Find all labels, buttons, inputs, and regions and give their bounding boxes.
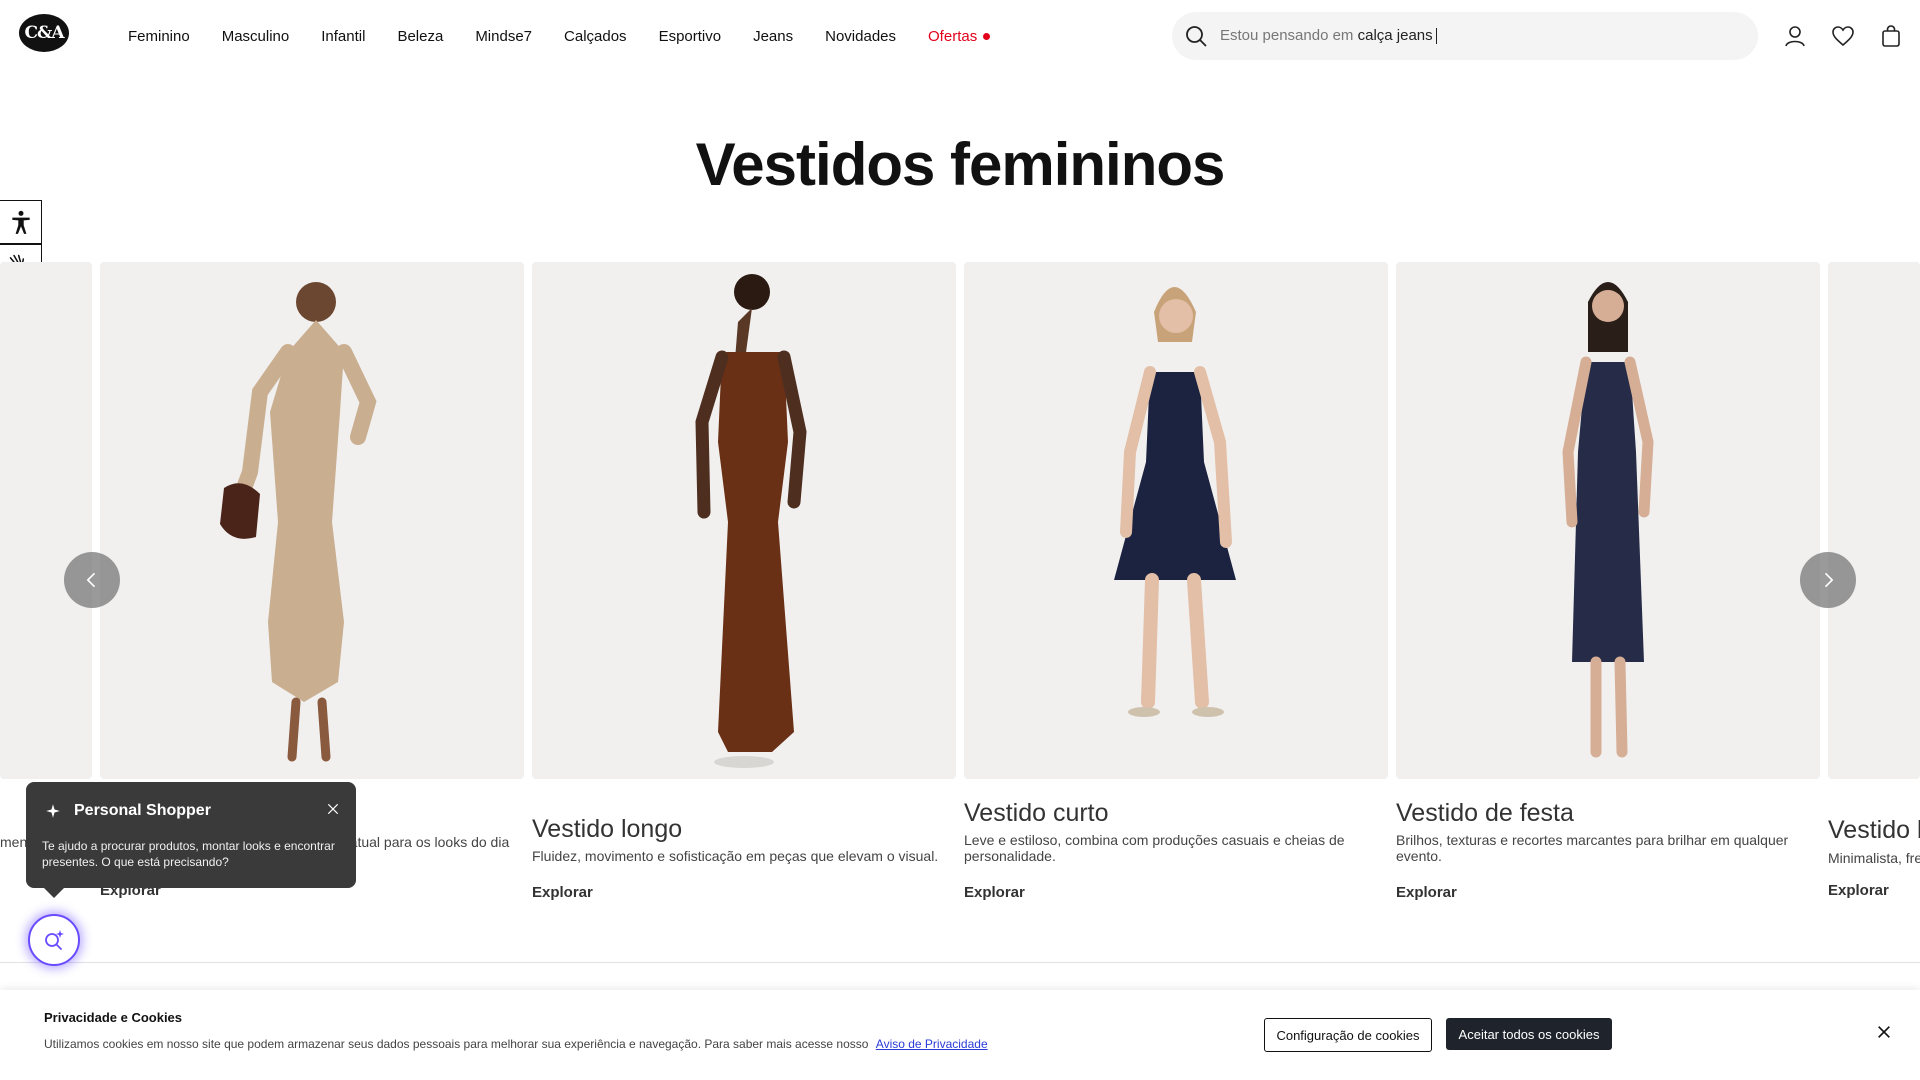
carousel-card-knit[interactable]: e atual para os looks do dia Explorar: [100, 262, 524, 899]
carousel-peek-left-image[interactable]: [0, 262, 92, 779]
search-placeholder: Estou pensando em: [1220, 27, 1354, 44]
page-title: Vestidos femininos: [695, 131, 1226, 198]
search-input[interactable]: Estou pensando em calça jeans: [1220, 12, 1437, 60]
personal-shopper-button[interactable]: [28, 914, 80, 966]
cookie-text: Utilizamos cookies em nosso site que pod…: [44, 1037, 988, 1051]
peek-right-name-fragment: Vestido b: [1828, 816, 1920, 844]
nav-item-ofertas[interactable]: Ofertas: [928, 27, 991, 45]
personal-shopper-title: Personal Shopper: [74, 802, 211, 819]
carousel-card-vestido-longo[interactable]: Vestido longo Fluidez, movimento e sofis…: [532, 262, 956, 901]
privacy-notice-link[interactable]: Aviso de Privacidade: [876, 1037, 988, 1051]
chevron-right-icon: [1824, 572, 1834, 588]
close-icon[interactable]: [1876, 1024, 1892, 1040]
popup-tail: [44, 888, 64, 898]
shopping-bag-icon[interactable]: [1879, 24, 1903, 48]
card-title-vestido-de-festa: Vestido de festa: [1396, 799, 1574, 827]
nav-item-feminino[interactable]: Feminino: [128, 28, 190, 45]
cookie-banner: Privacidade e Cookies Utilizamos cookies…: [0, 990, 1920, 1080]
site-header: C&A Feminino Masculino Infantil Beleza M…: [0, 0, 1920, 72]
carousel-prev-button[interactable]: [64, 552, 120, 608]
nav-item-jeans[interactable]: Jeans: [753, 28, 793, 45]
nav-item-mindse7[interactable]: Mindse7: [475, 28, 532, 45]
nav-item-novidades[interactable]: Novidades: [825, 28, 896, 45]
accessibility-button[interactable]: [0, 200, 42, 244]
card-desc-vestido-de-festa: Brilhos, texturas e recortes marcantes p…: [1396, 832, 1789, 864]
account-icon[interactable]: [1783, 24, 1807, 48]
text-caret: [1435, 28, 1437, 45]
carousel-peek-right-image[interactable]: [1828, 262, 1920, 779]
carousel-card-vestido-curto[interactable]: Vestido curto Leve e estiloso, combina c…: [964, 262, 1388, 901]
product-image-knit-dress[interactable]: [100, 262, 524, 779]
nav-item-calcados[interactable]: Calçados: [564, 28, 627, 45]
card-title-vestido-curto: Vestido curto: [964, 799, 1109, 827]
card-title-vestido-longo: Vestido longo: [532, 815, 683, 843]
personal-shopper-popup: Personal Shopper Te ajudo a procurar pro…: [26, 782, 356, 898]
cookie-title: Privacidade e Cookies: [44, 1010, 183, 1025]
card-explore-link-vestido-curto[interactable]: Explorar: [964, 884, 1025, 901]
brand-logo[interactable]: C&A: [19, 14, 69, 52]
product-image-vestido-longo[interactable]: [532, 262, 956, 779]
peek-left-name-fragment: men: [0, 834, 28, 850]
wishlist-heart-icon[interactable]: [1831, 24, 1855, 48]
card-explore-link-vestido-longo[interactable]: Explorar: [532, 884, 593, 901]
nav-item-ofertas-label: Ofertas: [928, 27, 978, 45]
search-suggestion: calça jeans: [1357, 27, 1433, 44]
nav-item-masculino[interactable]: Masculino: [222, 28, 290, 45]
personal-shopper-text: Te ajudo a procurar produtos, montar loo…: [42, 839, 335, 869]
chevron-left-icon: [86, 572, 96, 588]
search-bar[interactable]: Estou pensando em calça jeans: [1172, 12, 1758, 60]
product-image-vestido-de-festa[interactable]: [1396, 262, 1820, 779]
offers-dot-indicator: [983, 32, 991, 40]
product-image-vestido-curto[interactable]: [964, 262, 1388, 779]
card-explore-link-vestido-de-festa[interactable]: Explorar: [1396, 884, 1457, 901]
cookie-text-body: Utilizamos cookies em nosso site que pod…: [44, 1037, 869, 1051]
close-icon[interactable]: [326, 802, 340, 816]
accept-all-cookies-button[interactable]: Aceitar todos os cookies: [1446, 1018, 1612, 1050]
nav-item-esportivo[interactable]: Esportivo: [659, 28, 722, 45]
card-desc-vestido-curto: Leve e estiloso, combina com produções c…: [964, 832, 1345, 864]
carousel-next-button[interactable]: [1800, 552, 1856, 608]
nav-item-infantil[interactable]: Infantil: [321, 28, 365, 45]
main-nav: Feminino Masculino Infantil Beleza Minds…: [128, 0, 1022, 72]
nav-item-beleza[interactable]: Beleza: [397, 28, 443, 45]
card-desc-vestido-longo: Fluidez, movimento e sofisticação em peç…: [532, 848, 939, 864]
peek-right-desc-fragment: Minimalista, fre: [1828, 850, 1920, 866]
section-divider: [0, 962, 1920, 963]
accessibility-person-icon: [11, 210, 30, 234]
cookie-settings-button[interactable]: Configuração de cookies: [1264, 1018, 1432, 1052]
carousel-card-vestido-de-festa[interactable]: Vestido de festa Brilhos, texturas e rec…: [1396, 262, 1820, 901]
peek-right-explore-link[interactable]: Explorar: [1828, 882, 1889, 899]
sparkle-icon: [46, 804, 60, 818]
card-desc-knit-fragment: e atual para os looks do dia: [338, 834, 510, 850]
search-icon: [1186, 26, 1207, 47]
ai-search-icon: [45, 930, 64, 950]
